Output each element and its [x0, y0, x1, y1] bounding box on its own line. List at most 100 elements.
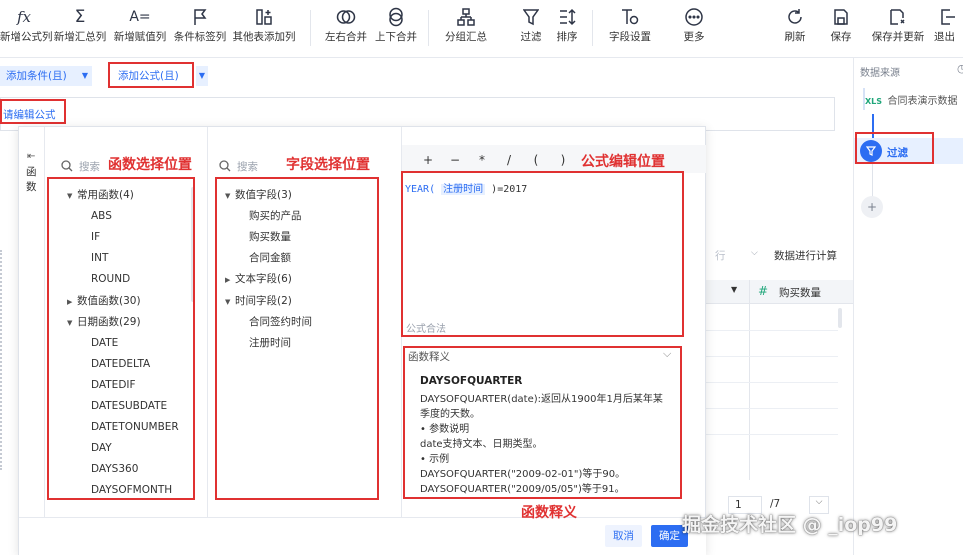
other-table-add-column-button[interactable]: 其他表添加列 — [232, 4, 296, 52]
caret-right-icon: ▶ — [225, 276, 231, 285]
formula-status: 公式合法 — [406, 324, 446, 335]
chevron-down-icon[interactable]: ▼ — [196, 66, 208, 86]
refresh-button[interactable]: 刷新 — [776, 4, 814, 52]
explain-line: • 参数说明 — [420, 424, 470, 435]
hash-icon: # — [758, 284, 769, 298]
exit-button[interactable]: 退出 — [934, 4, 963, 52]
field-group[interactable]: ▼ 数值字段(3) — [225, 188, 292, 203]
row-divider — [706, 382, 838, 383]
function-search-input[interactable]: 搜索 — [61, 155, 100, 177]
sort-button[interactable]: 排序 — [548, 4, 586, 52]
add-condition-button[interactable]: 添加条件(且) — [0, 66, 78, 86]
merge-horizontal-button[interactable]: 左右合并 — [322, 4, 370, 52]
function-item[interactable]: DATE — [91, 336, 118, 350]
function-label: ABS — [91, 210, 112, 223]
function-label: ROUND — [91, 273, 131, 286]
field-settings-button[interactable]: 字段设置 — [602, 4, 658, 52]
add-step-button[interactable]: + — [861, 196, 883, 218]
fx-icon: fx — [16, 8, 31, 26]
function-item[interactable]: INT — [91, 251, 108, 265]
filter-icon — [523, 9, 539, 26]
function-label: DATEDIF — [91, 378, 136, 391]
explain-line: • 示例 — [420, 454, 450, 465]
function-tree-scrollbar[interactable] — [191, 187, 195, 302]
annotation-label-formula: 公式编辑位置 — [581, 154, 665, 170]
filter-button[interactable]: 过滤 — [512, 4, 550, 52]
minus-operator[interactable]: − — [449, 153, 461, 167]
field-search-input[interactable]: 搜索 — [219, 155, 258, 177]
function-item[interactable]: DATESUBDATE — [91, 399, 167, 413]
plus-operator[interactable]: + — [422, 153, 434, 167]
function-group[interactable]: ▶ 数值函数(30) — [67, 294, 141, 309]
function-item[interactable]: IF — [91, 230, 100, 244]
function-label: DATE — [91, 336, 119, 349]
function-group[interactable]: ▼ 常用函数(4) — [67, 188, 134, 203]
sort-dropdown-icon[interactable]: ▼ — [731, 285, 737, 294]
cancel-button[interactable]: 取消 — [605, 525, 642, 547]
function-tab[interactable]: 函数 — [26, 165, 38, 195]
field-item[interactable]: 购买的产品 — [249, 209, 302, 223]
merge-vertical-button[interactable]: 上下合并 — [372, 4, 420, 52]
more-button[interactable]: 更多 — [674, 4, 714, 52]
collapse-tab-icon[interactable]: ⇤ — [27, 151, 35, 162]
explain-body: DAYSOFQUARTER(date):返回从1900年1月后某年某 季度的天数。… — [420, 392, 663, 497]
column-header-quantity[interactable]: 购买数量 — [779, 285, 821, 300]
close-paren-operator[interactable]: ) — [557, 153, 569, 167]
collapse-icon[interactable]: ◷ — [957, 62, 963, 75]
function-item[interactable]: ABS — [91, 209, 112, 223]
function-group[interactable]: ▼ 日期函数(29) — [67, 315, 141, 330]
explain-line: date支持文本、日期类型。 — [420, 439, 543, 450]
toolbar-divider — [310, 10, 311, 46]
function-item[interactable]: DATETONUMBER — [91, 420, 179, 434]
add-assign-column-button[interactable]: A= 新增赋值列 — [112, 4, 168, 52]
add-summary-column-button[interactable]: Σ 新增汇总列 — [52, 4, 108, 52]
function-item[interactable]: DATEDELTA — [91, 357, 150, 371]
formula-editor[interactable] — [405, 177, 683, 333]
explain-header: 函数释义 — [408, 351, 450, 363]
function-item[interactable]: DAYS360 — [91, 462, 138, 476]
filter-step-label: 过滤 — [887, 147, 908, 159]
function-item[interactable]: DAY — [91, 441, 112, 455]
formula-field-token[interactable]: 注册时间 — [441, 184, 486, 195]
xls-icon: XLS — [865, 97, 883, 106]
function-label: 日期函数(29) — [77, 315, 141, 328]
add-formula-column-button[interactable]: fx 新增公式列 — [0, 4, 53, 52]
field-label: 文本字段(6) — [235, 273, 292, 286]
field-item[interactable]: 合同签约时间 — [249, 315, 312, 329]
field-group[interactable]: ▶ 文本字段(6) — [225, 272, 292, 287]
divide-operator[interactable]: / — [503, 153, 515, 167]
sigma-icon: Σ — [74, 7, 86, 27]
formula-text: YEAR( 注册时间 )=2017 — [405, 180, 527, 195]
function-label: DAY — [91, 442, 112, 455]
field-group[interactable]: ▼ 时间字段(2) — [225, 294, 292, 309]
function-item[interactable]: DAYSOFMONTH — [91, 483, 172, 497]
open-paren-operator[interactable]: ( — [530, 153, 542, 167]
save-update-icon — [890, 9, 905, 25]
chevron-down-icon[interactable]: ⌵ — [663, 347, 671, 361]
field-label: 购买的产品 — [249, 210, 302, 223]
chevron-down-icon[interactable]: ⌵ — [751, 248, 758, 258]
condition-tag-column-button[interactable]: 条件标签列 — [172, 4, 228, 52]
function-item[interactable]: ROUND — [91, 272, 130, 286]
group-summary-button[interactable]: 分组汇总 — [442, 4, 490, 52]
field-item[interactable]: 购买数量 — [249, 230, 291, 244]
side-panel-title: 数据来源 — [860, 68, 900, 79]
explain-line: 季度的天数。 — [420, 409, 480, 420]
step-connector — [872, 114, 874, 138]
table-hint-left: 行 — [715, 250, 726, 262]
toolbar-divider — [592, 10, 593, 46]
chevron-down-icon[interactable]: ▼ — [78, 66, 92, 86]
field-item[interactable]: 合同金额 — [249, 251, 291, 265]
function-item[interactable]: DATEDIF — [91, 378, 136, 392]
multiply-operator[interactable]: * — [476, 153, 488, 167]
add-formula-button[interactable]: 添加公式(且) — [112, 66, 192, 86]
save-button[interactable]: 保存 — [822, 4, 860, 52]
annotation-label-function: 函数选择位置 — [108, 157, 192, 173]
field-item[interactable]: 注册时间 — [249, 336, 291, 350]
save-and-update-button[interactable]: 保存并更新 — [868, 4, 928, 52]
source-step[interactable]: XLS 合同表演示数据 — [865, 92, 958, 107]
field-settings-icon — [622, 9, 639, 25]
function-label: DATEDELTA — [91, 357, 151, 370]
sort-icon — [560, 8, 576, 26]
scrollbar[interactable] — [838, 308, 842, 328]
